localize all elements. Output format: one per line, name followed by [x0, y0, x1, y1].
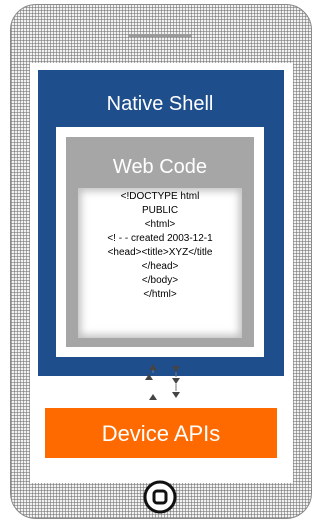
speaker-slot-icon — [128, 34, 192, 37]
code-snippet: <!DOCTYPE html PUBLIC <html> <! - - crea… — [74, 190, 246, 302]
device-apis-label: Device APIs — [101, 421, 221, 446]
code-line: <!DOCTYPE html — [120, 191, 200, 202]
home-button-icon[interactable] — [143, 480, 177, 514]
code-line: </head> — [141, 261, 179, 272]
code-line: PUBLIC — [141, 205, 179, 216]
phone-diagram: Native Shell Web Code <!DOCTYPE html PUB… — [0, 0, 320, 523]
bidirectional-arrows-icon — [145, 364, 180, 400]
code-line: </html> — [143, 289, 177, 300]
code-line: <! - - created 2003-12-1 — [107, 233, 213, 244]
code-line: </body> — [141, 275, 179, 286]
native-shell-label: Native Shell — [106, 93, 214, 115]
code-line: <html> — [144, 219, 176, 230]
web-code-label: Web Code — [112, 156, 208, 178]
code-line: <head><title>XYZ</title — [107, 247, 213, 258]
